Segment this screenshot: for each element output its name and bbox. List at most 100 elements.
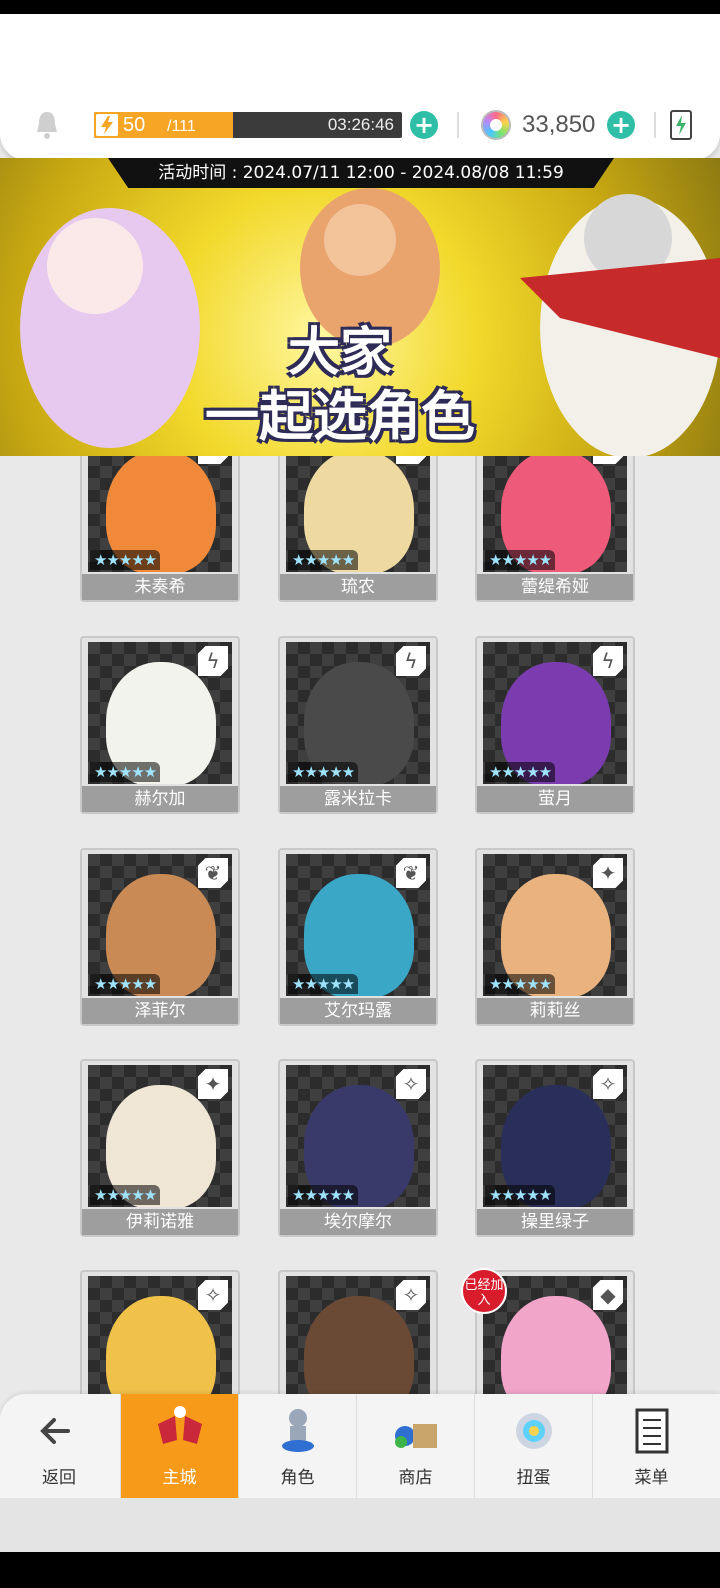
- character-portrait: ❦ ★★★★★: [88, 854, 232, 996]
- character-portrait: ✧ ★★★★★: [483, 1065, 627, 1207]
- rarity-stars: ★★★★★: [288, 1185, 359, 1205]
- character-card[interactable]: ✦ ★★★★★ 莉莉丝: [475, 848, 635, 1026]
- character-card[interactable]: ✦ ★★★★★ 伊莉诺雅: [80, 1059, 240, 1237]
- character-card[interactable]: ♥ ★★★★★ 蕾缇希娅: [475, 456, 635, 602]
- character-portrait: ϟ ★★★★★: [483, 642, 627, 784]
- battery-icon: [670, 110, 692, 140]
- add-gems-button[interactable]: +: [607, 111, 635, 139]
- rarity-stars: ★★★★★: [485, 1185, 556, 1205]
- nav-label: 角色: [280, 1468, 315, 1488]
- nav-item-castle[interactable]: 主城: [120, 1394, 238, 1498]
- character-portrait: ϟ ★★★★★: [286, 642, 430, 784]
- stamina-timer: 03:26:46: [327, 115, 394, 134]
- element-icon: ✦: [198, 1069, 228, 1099]
- element-icon: ϟ: [396, 646, 426, 676]
- divider: [457, 112, 459, 138]
- character-card[interactable]: ✧ ★★★★★ 埃尔摩尔: [278, 1059, 438, 1237]
- rarity-stars: ★★★★★: [90, 550, 161, 570]
- element-icon: ♥: [396, 456, 426, 464]
- character-portrait: ♥ ★★★★★: [483, 456, 627, 572]
- element-icon: ❦: [198, 858, 228, 888]
- character-face: [501, 1296, 611, 1396]
- rarity-stars: ★★★★★: [90, 1185, 161, 1205]
- element-icon: ❦: [396, 858, 426, 888]
- character-portrait: ♥ ★★★★★: [286, 456, 430, 572]
- joined-badge: 已经加入: [461, 1268, 507, 1314]
- character-card[interactable]: ϟ ★★★★★ 萤月: [475, 636, 635, 814]
- character-portrait: ✦ ★★★★★: [88, 1065, 232, 1207]
- character-card[interactable]: ϟ ★★★★★ 露米拉卡: [278, 636, 438, 814]
- character-portrait: ϟ ★★★★★: [88, 642, 232, 784]
- gacha-icon: [509, 1406, 559, 1456]
- character-card[interactable]: ✧ ★★★★★ 操里绿子: [475, 1059, 635, 1237]
- rarity-stars: ★★★★★: [90, 974, 161, 994]
- event-banner[interactable]: 活动时间 : 2024.07/11 12:00 - 2024.08/08 11:…: [0, 158, 720, 456]
- character-name: 蕾缇希娅: [477, 574, 633, 600]
- system-navigation-bar: [0, 1552, 720, 1588]
- character-card[interactable]: ❦ ★★★★★ 泽菲尔: [80, 848, 240, 1026]
- character-name: 埃尔摩尔: [280, 1209, 436, 1235]
- element-icon: ♥: [198, 456, 228, 464]
- shop-icon: [391, 1406, 441, 1456]
- nav-label: 返回: [42, 1468, 76, 1488]
- stamina-bar: 50 /111 03:26:46: [94, 112, 402, 138]
- element-icon: ✧: [198, 1280, 228, 1310]
- nav-label: 商店: [398, 1468, 433, 1488]
- nav-item-back-arrow[interactable]: 返回: [0, 1394, 118, 1498]
- character-name: 操里绿子: [477, 1209, 633, 1235]
- bottom-navigation: 返回 主城 角色 商店 扭蛋 菜单: [0, 1394, 720, 1498]
- character-portrait: ✧: [88, 1276, 232, 1396]
- element-icon: ✧: [396, 1280, 426, 1310]
- character-grid: ♥ ★★★★★ 未奏希 ♥ ★★★★★ 琉农 ♥ ★★★★★ 蕾缇希娅 ϟ ★★★★★ 赫尔加 ϟ ★★★…: [0, 456, 720, 1396]
- character-card[interactable]: ✧: [80, 1270, 240, 1396]
- rarity-stars: ★★★★★: [485, 762, 556, 782]
- rarity-stars: ★★★★★: [90, 762, 161, 782]
- character-name: 泽菲尔: [82, 998, 238, 1024]
- add-stamina-button[interactable]: +: [410, 111, 438, 139]
- nav-label: 扭蛋: [516, 1468, 551, 1488]
- character-name: 萤月: [477, 786, 633, 812]
- element-icon: ✧: [396, 1069, 426, 1099]
- nav-item-gacha[interactable]: 扭蛋: [474, 1394, 592, 1498]
- character-face: [106, 1296, 216, 1396]
- nav-item-character[interactable]: 角色: [238, 1394, 356, 1498]
- character-name: 赫尔加: [82, 786, 238, 812]
- stamina-current: 50: [123, 114, 146, 136]
- character-card[interactable]: ♥ ★★★★★ 未奏希: [80, 456, 240, 602]
- nav-item-shop[interactable]: 商店: [356, 1394, 474, 1498]
- castle-icon: [155, 1406, 205, 1456]
- rarity-stars: ★★★★★: [288, 762, 359, 782]
- stamina-max: /111: [167, 118, 196, 135]
- rarity-stars: ★★★★★: [485, 550, 556, 570]
- top-blank-area: [0, 14, 720, 98]
- rarity-stars: ★★★★★: [288, 550, 359, 570]
- lightning-icon: [96, 114, 118, 136]
- character-card[interactable]: ◆ 已经加入: [461, 1268, 635, 1396]
- character-portrait: ❦ ★★★★★: [286, 854, 430, 996]
- menu-icon: [627, 1406, 677, 1456]
- character-card[interactable]: ✧: [278, 1270, 438, 1396]
- bottom-strip: [0, 1498, 720, 1552]
- banner-title-line2: 一起选角色: [205, 385, 475, 448]
- element-icon: ✧: [593, 1069, 623, 1099]
- character-portrait: ✦ ★★★★★: [483, 854, 627, 996]
- character-name: 伊莉诺雅: [82, 1209, 238, 1235]
- divider: [654, 112, 656, 138]
- nav-label: 主城: [162, 1468, 197, 1488]
- system-status-bar: [0, 0, 720, 14]
- character-card[interactable]: ϟ ★★★★★ 赫尔加: [80, 636, 240, 814]
- element-icon: ϟ: [593, 646, 623, 676]
- element-icon: ◆: [593, 1280, 623, 1310]
- rarity-stars: ★★★★★: [288, 974, 359, 994]
- element-icon: ✦: [593, 858, 623, 888]
- gem-icon: [481, 110, 511, 140]
- character-card[interactable]: ❦ ★★★★★ 艾尔玛露: [278, 848, 438, 1026]
- nav-label: 菜单: [634, 1468, 669, 1488]
- character-icon: [273, 1406, 323, 1456]
- character-name: 艾尔玛露: [280, 998, 436, 1024]
- character-name: 露米拉卡: [280, 786, 436, 812]
- nav-item-menu[interactable]: 菜单: [592, 1394, 710, 1498]
- character-card[interactable]: ♥ ★★★★★ 琉农: [278, 456, 438, 602]
- gem-count: 33,850: [522, 111, 596, 138]
- bell-icon[interactable]: [34, 110, 60, 140]
